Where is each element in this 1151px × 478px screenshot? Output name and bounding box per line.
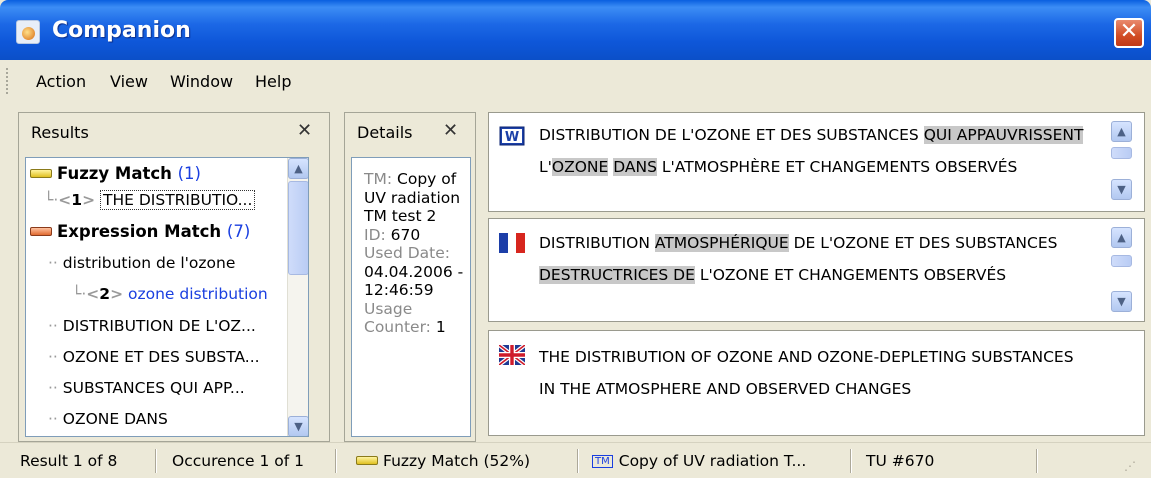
companion-app-icon — [16, 20, 40, 44]
status-occurence: Occurence 1 of 1 — [172, 452, 304, 470]
group-expression-match[interactable]: Expression Match (7) — [26, 222, 250, 241]
menu-view-label: View — [110, 72, 148, 91]
segment-fragment: DISTRIBUTION — [539, 234, 655, 252]
details-body: TM: Copy of UV radiation TM test 2 ID: 6… — [351, 157, 471, 437]
menu-help-label: Help — [255, 72, 292, 91]
result-number: 2 — [99, 285, 111, 303]
results-list[interactable]: Fuzzy Match (1) └·<1> THE DISTRIBUTIO...… — [25, 157, 309, 437]
id-value: 670 — [390, 225, 421, 244]
resize-grip-icon[interactable]: ⋰ — [1124, 459, 1136, 473]
expression-item[interactable]: ·· distribution de l'ozone — [48, 254, 235, 272]
french-flag-icon — [499, 233, 525, 253]
status-result: Result 1 of 8 — [20, 452, 118, 470]
results-close-icon[interactable]: ✕ — [297, 120, 312, 141]
group-fuzzy-match[interactable]: Fuzzy Match (1) — [26, 164, 201, 183]
details-header: Details — [357, 123, 413, 142]
menu-view[interactable]: View — [110, 72, 148, 91]
expression-text: DISTRIBUTION DE L'OZ... — [62, 317, 256, 335]
used-date-label: Used Date: — [364, 244, 450, 262]
companion-window: Companion ✕ Action View Window Help Resu… — [0, 0, 1151, 478]
highlighted-term: QUI APPAUVRISSENT — [923, 126, 1084, 144]
expression-item[interactable]: ·· OZONE ET DES SUBSTA... — [48, 348, 260, 366]
window-title: Companion — [52, 18, 191, 43]
highlighted-term: DANS — [613, 158, 657, 176]
word-document-icon: W — [499, 126, 525, 146]
highlighted-term: DESTRUCTRICES DE — [539, 266, 695, 284]
menu-action[interactable]: Action — [36, 72, 86, 91]
scroll-thumb[interactable] — [1111, 255, 1132, 267]
result-number: 1 — [71, 191, 83, 209]
group-count: (1) — [177, 164, 201, 183]
tm-label: TM: — [364, 170, 393, 188]
menu-bar: Action View Window Help — [0, 60, 1151, 102]
usage-label: Usage Counter: — [364, 299, 431, 337]
scroll-up-icon[interactable]: ▲ — [1111, 227, 1132, 248]
used-date-value: 04.04.2006 - 12:46:59 — [364, 262, 464, 300]
french-segment[interactable]: DISTRIBUTION ATMOSPHÉRIQUE DE L'OZONE ET… — [488, 218, 1145, 322]
expression-text: OZONE DANS — [62, 410, 168, 428]
expression-item[interactable]: ·· DISTRIBUTION DE L'OZ... — [48, 317, 256, 335]
highlighted-term: ATMOSPHÉRIQUE — [654, 234, 789, 252]
expression-text: distribution de l'ozone — [62, 254, 236, 272]
close-window-button[interactable]: ✕ — [1114, 18, 1144, 48]
group-label: Expression Match — [57, 222, 222, 241]
menu-action-label: Action — [36, 72, 87, 91]
highlighted-term: OZONE — [551, 158, 609, 176]
usage-value: 1 — [435, 318, 446, 336]
details-close-icon[interactable]: ✕ — [443, 120, 458, 141]
title-bar[interactable]: Companion ✕ — [0, 0, 1151, 60]
status-tm: TM Copy of UV radiation T... — [592, 452, 806, 470]
status-tu: TU #670 — [866, 452, 935, 470]
fuzzy-match-icon — [30, 169, 52, 178]
expression-text: OZONE ET DES SUBSTA... — [62, 348, 260, 366]
segment-fragment: L' — [539, 158, 552, 176]
menu-window[interactable]: Window — [170, 72, 233, 91]
uk-flag-icon — [499, 345, 525, 365]
toolbar-grip[interactable] — [6, 68, 9, 94]
scroll-up-icon[interactable]: ▲ — [1111, 121, 1132, 142]
expression-text: SUBSTANCES QUI APP... — [62, 379, 245, 397]
group-label: Fuzzy Match — [57, 164, 172, 183]
details-pane: Details ✕ TM: Copy of UV radiation TM te… — [344, 112, 476, 442]
english-segment-text: THE DISTRIBUTION OF OZONE AND OZONE-DEPL… — [539, 348, 1074, 398]
id-label: ID: — [364, 225, 386, 244]
expression-item[interactable]: ·· OZONE DANS — [48, 410, 168, 428]
result-item-2[interactable]: └·<2> ozone distribution — [72, 285, 268, 303]
scroll-thumb[interactable] — [1111, 147, 1132, 159]
scroll-down-icon[interactable]: ▼ — [288, 416, 308, 436]
results-scrollbar[interactable]: ▲ ▼ — [287, 158, 308, 436]
status-bar: Result 1 of 8 Occurence 1 of 1 Fuzzy Mat… — [0, 442, 1151, 478]
scroll-up-icon[interactable]: ▲ — [288, 158, 308, 179]
result-text: THE DISTRIBUTIO... — [100, 190, 256, 210]
scroll-thumb[interactable] — [288, 181, 308, 275]
svg-text:W: W — [505, 130, 519, 145]
source-segment-text: DISTRIBUTION DE L'OZONE ET DES SUBSTANCE… — [539, 119, 1089, 183]
result-text: ozone distribution — [128, 285, 268, 303]
group-count: (7) — [226, 222, 251, 241]
menu-window-label: Window — [170, 72, 234, 91]
expression-item[interactable]: ·· SUBSTANCES QUI APP... — [48, 379, 245, 397]
segment-fragment: DISTRIBUTION DE L'OZONE ET DES SUBSTANCE… — [539, 126, 924, 144]
french-scrollbar[interactable]: ▲ ▼ — [1109, 227, 1135, 313]
results-pane: Results ✕ Fuzzy Match (1) └·<1> THE DIST… — [18, 112, 330, 442]
menu-help[interactable]: Help — [255, 72, 291, 91]
scroll-down-icon[interactable]: ▼ — [1111, 291, 1132, 312]
scroll-down-icon[interactable]: ▼ — [1111, 179, 1132, 200]
french-segment-text: DISTRIBUTION ATMOSPHÉRIQUE DE L'OZONE ET… — [539, 227, 1089, 291]
source-scrollbar[interactable]: ▲ ▼ — [1109, 121, 1135, 203]
status-match: Fuzzy Match (52%) — [352, 452, 530, 470]
expression-match-icon — [30, 227, 52, 236]
fuzzy-match-icon — [356, 456, 378, 465]
results-header: Results — [31, 123, 89, 142]
tm-badge-icon: TM — [592, 455, 613, 468]
segment-fragment: DE L'OZONE ET DES SUBSTANCES — [788, 234, 1058, 252]
result-item-1[interactable]: └·<1> THE DISTRIBUTIO... — [44, 190, 256, 210]
english-segment[interactable]: THE DISTRIBUTION OF OZONE AND OZONE-DEPL… — [488, 330, 1145, 436]
segment-fragment: L'OZONE ET CHANGEMENTS OBSERVÉS — [694, 266, 1007, 284]
source-segment[interactable]: W DISTRIBUTION DE L'OZONE ET DES SUBSTAN… — [488, 112, 1145, 212]
segment-fragment: L'ATMOSPHÈRE ET CHANGEMENTS OBSERVÉS — [656, 158, 1018, 176]
